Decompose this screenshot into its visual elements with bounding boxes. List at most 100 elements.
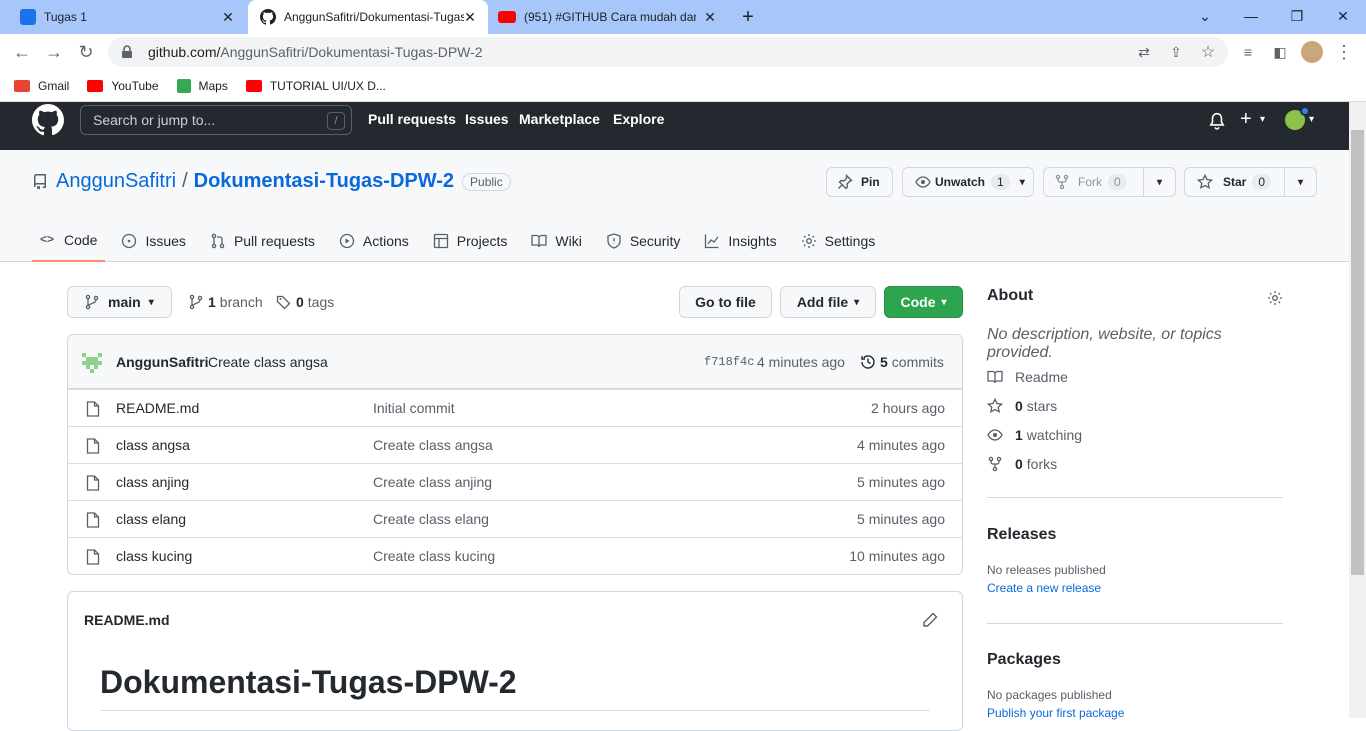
packages-title[interactable]: Packages bbox=[987, 651, 1283, 669]
chevron-down-icon: ▾ bbox=[1019, 176, 1025, 188]
commits-history-link[interactable]: 5 commits bbox=[860, 354, 944, 370]
table-icon bbox=[433, 233, 448, 249]
tags-link[interactable]: 0 tags bbox=[276, 294, 334, 310]
book-icon bbox=[987, 370, 1003, 384]
repo-name-link[interactable]: Dokumentasi-Tugas-DPW-2 bbox=[194, 170, 454, 193]
code-button[interactable]: Code ▾ bbox=[884, 286, 963, 318]
nav-issues[interactable]: Issues bbox=[465, 111, 509, 127]
commit-hash-link[interactable]: f718f4c bbox=[704, 355, 754, 369]
close-window-button[interactable]: ✕ bbox=[1320, 0, 1366, 32]
bookmark-gmail[interactable]: Gmail bbox=[14, 79, 69, 93]
lock-icon bbox=[122, 45, 132, 58]
avatar bbox=[1301, 41, 1323, 63]
book-icon bbox=[531, 234, 548, 248]
side-panel-icon[interactable]: ◧ bbox=[1268, 40, 1292, 64]
bookmark-tutorial[interactable]: TUTORIAL UI/UX D... bbox=[245, 79, 386, 93]
page-scrollbar[interactable] bbox=[1349, 102, 1366, 718]
tab-pull-requests[interactable]: Pull requests bbox=[202, 220, 323, 262]
branch-icon bbox=[189, 294, 203, 310]
back-icon[interactable]: ← bbox=[10, 40, 34, 64]
unwatch-button[interactable]: Unwatch 1 ▾ bbox=[902, 167, 1034, 197]
committer-avatar[interactable] bbox=[82, 353, 102, 373]
bookmark-youtube[interactable]: YouTube bbox=[87, 79, 159, 93]
stars-link[interactable]: 0 stars bbox=[987, 398, 1057, 414]
profile-avatar[interactable] bbox=[1300, 40, 1324, 64]
issue-icon bbox=[122, 233, 137, 249]
nav-marketplace[interactable]: Marketplace bbox=[519, 111, 600, 127]
file-row[interactable]: class anjing Create class anjing 5 minut… bbox=[68, 463, 962, 500]
star-icon bbox=[987, 398, 1003, 414]
star-button[interactable]: Star 0 ▾ bbox=[1184, 167, 1317, 197]
file-row[interactable]: class angsa Create class angsa 4 minutes… bbox=[68, 426, 962, 463]
bell-icon[interactable] bbox=[1208, 112, 1226, 130]
github-logo-icon[interactable] bbox=[32, 104, 64, 136]
gear-icon[interactable] bbox=[1267, 290, 1283, 306]
fork-button[interactable]: Fork 0 ▾ bbox=[1043, 167, 1176, 197]
readme-title: README.md bbox=[84, 612, 170, 628]
chevron-down-icon: ▾ bbox=[1260, 114, 1266, 125]
browser-tab-github[interactable]: AnggunSafitri/Dokumentasi-Tugas-DPW-2 ✕ bbox=[248, 0, 488, 34]
tab-insights[interactable]: Insights bbox=[696, 220, 784, 262]
browser-tab-tugas[interactable]: Tugas 1 ✕ bbox=[0, 0, 246, 34]
graph-icon bbox=[705, 234, 719, 249]
minimize-button[interactable]: — bbox=[1228, 0, 1274, 32]
repo-tabs: <> Code Issues Pull requests Actions Proj… bbox=[32, 220, 883, 262]
forks-link[interactable]: 0 forks bbox=[987, 456, 1057, 472]
reading-list-icon[interactable]: ≡ bbox=[1236, 40, 1260, 64]
file-row[interactable]: class kucing Create class kucing 10 minu… bbox=[68, 537, 962, 574]
close-tab-icon[interactable]: ✕ bbox=[462, 9, 478, 25]
tab-actions[interactable]: Actions bbox=[331, 220, 417, 262]
tab-issues[interactable]: Issues bbox=[113, 220, 193, 262]
tab-search-icon[interactable]: ⌄ bbox=[1182, 0, 1228, 32]
star-dropdown[interactable]: ▾ bbox=[1284, 168, 1316, 196]
browser-toolbar: ← → ↻ github.com/AnggunSafitri/Dokumenta… bbox=[0, 34, 1366, 70]
create-new-plus-icon[interactable]: + bbox=[1240, 108, 1252, 131]
menu-kebab-icon[interactable]: ⋮ bbox=[1332, 40, 1356, 64]
pencil-icon[interactable] bbox=[922, 612, 938, 628]
chevron-down-icon: ▾ bbox=[148, 296, 154, 308]
forward-icon[interactable]: → bbox=[42, 40, 66, 64]
new-tab-button[interactable]: + bbox=[736, 6, 760, 29]
add-file-button[interactable]: Add file ▾ bbox=[780, 286, 876, 318]
file-icon bbox=[86, 475, 100, 491]
fork-dropdown[interactable]: ▾ bbox=[1143, 168, 1175, 196]
share-icon[interactable]: ⇪ bbox=[1164, 40, 1188, 64]
bookmark-maps[interactable]: Maps bbox=[176, 78, 228, 93]
commit-author-link[interactable]: AnggunSafitri bbox=[116, 354, 209, 370]
file-row[interactable]: README.md Initial commit 2 hours ago bbox=[68, 389, 962, 426]
restore-button[interactable]: ❐ bbox=[1274, 0, 1320, 32]
pin-button[interactable]: Pin bbox=[826, 167, 893, 197]
readme-link[interactable]: Readme bbox=[987, 369, 1068, 385]
scrollbar-thumb[interactable] bbox=[1351, 130, 1364, 575]
watchers-link[interactable]: 1 watching bbox=[987, 427, 1082, 443]
sidebar-divider bbox=[987, 497, 1283, 498]
translate-icon[interactable]: ⇄ bbox=[1132, 40, 1156, 64]
tab-code[interactable]: <> Code bbox=[32, 220, 106, 262]
close-tab-icon[interactable]: ✕ bbox=[220, 9, 236, 25]
releases-section: Releases No releases published Create a … bbox=[987, 526, 1283, 595]
releases-title[interactable]: Releases bbox=[987, 526, 1283, 544]
tab-wiki[interactable]: Wiki bbox=[523, 220, 589, 262]
browser-tab-youtube[interactable]: (951) #GITHUB Cara mudah dan cepat ✕ bbox=[488, 0, 728, 34]
tab-settings[interactable]: Settings bbox=[793, 220, 884, 262]
github-search-input[interactable]: Search or jump to... / bbox=[80, 105, 352, 135]
repo-owner-link[interactable]: AnggunSafitri bbox=[56, 170, 176, 193]
commit-message-link[interactable]: Create class angsa bbox=[208, 354, 328, 370]
file-list: AnggunSafitri Create class angsa f718f4c… bbox=[67, 334, 963, 575]
address-bar[interactable]: github.com/AnggunSafitri/Dokumentasi-Tug… bbox=[108, 37, 1228, 67]
branches-link[interactable]: 1 branch bbox=[188, 294, 263, 310]
file-row[interactable]: class elang Create class elang 5 minutes… bbox=[68, 500, 962, 537]
bookmark-star-icon[interactable]: ☆ bbox=[1196, 40, 1220, 64]
about-title: About bbox=[987, 287, 1034, 304]
tab-security[interactable]: Security bbox=[598, 220, 689, 262]
tab-projects[interactable]: Projects bbox=[425, 220, 516, 262]
reload-icon[interactable]: ↻ bbox=[74, 40, 98, 64]
create-release-link[interactable]: Create a new release bbox=[987, 581, 1283, 595]
close-tab-icon[interactable]: ✕ bbox=[702, 9, 718, 25]
nav-explore[interactable]: Explore bbox=[613, 111, 664, 127]
go-to-file-button[interactable]: Go to file bbox=[679, 286, 772, 318]
maps-icon bbox=[176, 78, 191, 93]
branch-selector[interactable]: main ▾ bbox=[67, 286, 172, 318]
file-icon bbox=[86, 549, 100, 565]
nav-pull-requests[interactable]: Pull requests bbox=[368, 111, 456, 127]
